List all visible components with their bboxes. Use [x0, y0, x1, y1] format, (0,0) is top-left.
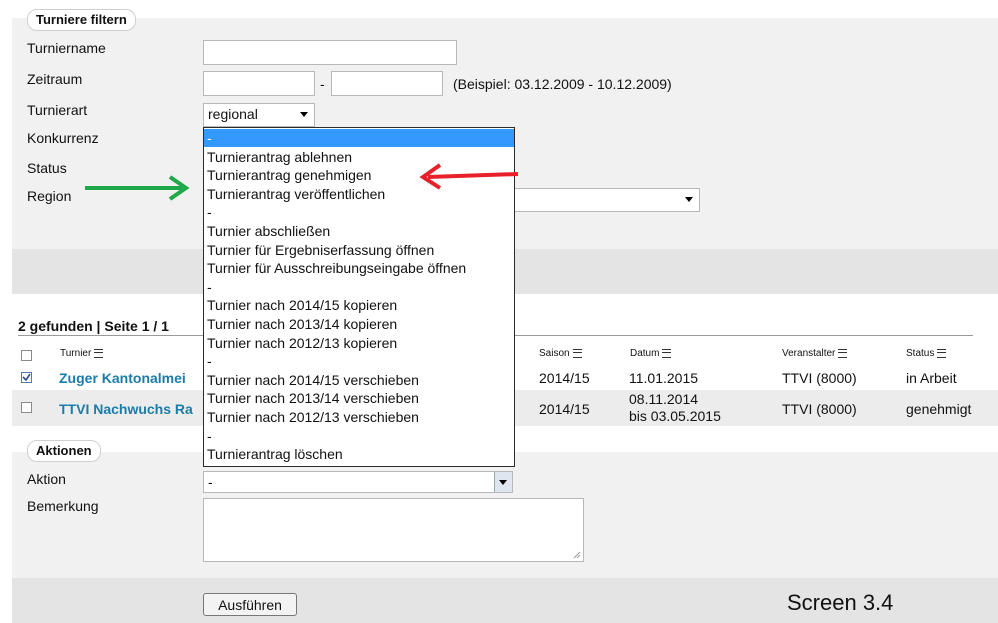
column-header-veranstalter[interactable]: Veranstalter: [782, 348, 848, 359]
turniername-input[interactable]: [203, 40, 457, 65]
bemerkung-textarea[interactable]: [203, 498, 584, 562]
dropdown-option[interactable]: Turnier nach 2014/15 kopieren: [207, 296, 397, 314]
row-checkbox[interactable]: [21, 372, 32, 383]
dropdown-option[interactable]: Turnier nach 2012/13 kopieren: [207, 334, 397, 352]
dropdown-option[interactable]: -: [207, 278, 212, 296]
bemerkung-label: Bemerkung: [27, 498, 99, 514]
dropdown-option[interactable]: Turnier nach 2012/13 verschieben: [207, 408, 419, 426]
chevron-down-icon: [494, 472, 512, 492]
sort-lines-icon: [937, 348, 947, 358]
aktion-label: Aktion: [27, 471, 66, 487]
dropdown-option[interactable]: -: [207, 352, 212, 370]
sort-desc-icon: [662, 348, 672, 358]
cell-datum: 08.11.2014: [629, 391, 699, 407]
column-header-status[interactable]: Status: [906, 348, 947, 359]
dropdown-option[interactable]: Turnier nach 2013/14 verschieben: [207, 389, 419, 407]
column-header-datum[interactable]: Datum: [630, 348, 672, 359]
results-summary: 2 gefunden | Seite 1 / 1: [18, 318, 169, 334]
green-arrow-annotation: [85, 175, 190, 201]
cell-datum-end: bis 03.05.2015: [629, 408, 721, 424]
turniername-label: Turniername: [27, 40, 106, 56]
region-label: Region: [27, 188, 72, 204]
dropdown-option[interactable]: -: [207, 203, 212, 221]
sort-lines-icon: [838, 348, 848, 358]
sort-lines-icon: [572, 348, 582, 358]
zeitraum-label: Zeitraum: [27, 71, 83, 87]
cell-saison: 2014/15: [539, 401, 590, 417]
turnierart-select[interactable]: regional: [203, 103, 315, 127]
dropdown-option[interactable]: Turnierantrag genehmigen: [207, 166, 371, 184]
filter-legend: Turniere filtern: [27, 9, 136, 31]
checkmark-icon: [22, 373, 31, 382]
cell-datum: 11.01.2015: [629, 370, 699, 386]
dropdown-option[interactable]: Turnierantrag ablehnen: [207, 148, 352, 166]
column-header-turnier[interactable]: Turnier: [60, 348, 104, 359]
cell-veranstalter: TTVI (8000): [782, 370, 857, 386]
konkurrenz-label: Konkurrenz: [27, 130, 99, 146]
zeitraum-hint: (Beispiel: 03.12.2009 - 10.12.2009): [453, 76, 672, 92]
zeitraum-from-input[interactable]: [203, 71, 315, 96]
aktion-value: -: [208, 474, 213, 490]
dropdown-option[interactable]: Turnierantrag löschen: [207, 445, 343, 463]
zeitraum-to-input[interactable]: [331, 71, 443, 96]
turnier-link[interactable]: TTVI Nachwuchs Ra: [59, 401, 193, 417]
column-header-saison[interactable]: Saison: [539, 348, 582, 359]
turnierart-value: regional: [208, 106, 258, 122]
select-all-checkbox[interactable]: [21, 350, 32, 361]
chevron-down-icon: [685, 197, 693, 202]
dropdown-option[interactable]: -: [207, 427, 212, 445]
sort-lines-icon: [94, 348, 104, 358]
cell-status: genehmigt: [906, 401, 972, 417]
dropdown-option[interactable]: -: [204, 129, 514, 147]
cell-veranstalter: TTVI (8000): [782, 401, 857, 417]
dropdown-option[interactable]: Turnier für Ergebniserfassung öffnen: [207, 241, 434, 259]
status-label: Status: [27, 160, 67, 176]
row-checkbox[interactable]: [21, 402, 32, 413]
red-arrow-annotation: [419, 163, 519, 190]
dropdown-option[interactable]: Turnier abschließen: [207, 222, 330, 240]
ausfuehren-button[interactable]: Ausführen: [203, 593, 297, 616]
dropdown-option[interactable]: Turnier für Ausschreibungseingabe öffnen: [207, 259, 466, 277]
zeitraum-separator: -: [320, 76, 325, 92]
turnier-link[interactable]: Zuger Kantonalmei: [59, 370, 186, 386]
actions-legend: Aktionen: [27, 440, 101, 462]
turnierart-label: Turnierart: [27, 102, 88, 118]
cell-saison: 2014/15: [539, 370, 590, 386]
dropdown-option[interactable]: Turnier nach 2013/14 kopieren: [207, 315, 397, 333]
dropdown-option[interactable]: Turnier nach 2014/15 verschieben: [207, 371, 419, 389]
dropdown-option[interactable]: Turnierantrag veröffentlichen: [207, 185, 385, 203]
cell-status: in Arbeit: [906, 370, 957, 386]
chevron-down-icon: [300, 112, 308, 117]
resize-handle-icon[interactable]: [573, 551, 581, 559]
aktion-select[interactable]: -: [203, 471, 513, 493]
screen-caption: Screen 3.4: [787, 590, 894, 615]
